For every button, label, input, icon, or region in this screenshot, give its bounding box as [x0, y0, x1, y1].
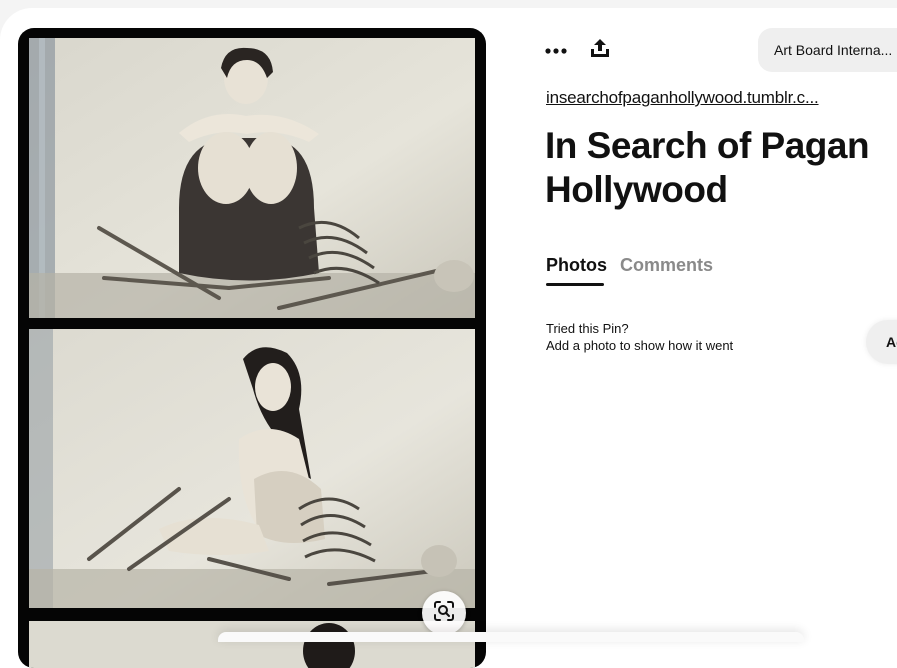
- tried-pin-subtitle: Add a photo to show how it went: [546, 338, 734, 353]
- pin-title: In Search of Pagan Hollywood: [545, 125, 870, 210]
- more-options-button[interactable]: [540, 36, 572, 64]
- share-upload-icon: [590, 38, 610, 63]
- tab-photos[interactable]: Photos: [546, 255, 607, 276]
- active-tab-indicator: [546, 283, 604, 286]
- more-horizontal-icon: [545, 41, 567, 59]
- visual-search-icon: [432, 599, 456, 628]
- photo-frame: [29, 38, 475, 318]
- pin-image[interactable]: [18, 28, 486, 668]
- visual-search-button[interactable]: [422, 591, 466, 635]
- bottom-toolbar: [218, 632, 804, 642]
- source-link[interactable]: insearchofpaganhollywood.tumblr.c...: [546, 88, 819, 108]
- tried-pin-heading: Tried this Pin?: [546, 321, 629, 336]
- tab-comments[interactable]: Comments: [620, 255, 713, 276]
- photo-frame: [29, 621, 475, 668]
- board-name: Art Board Interna...: [774, 42, 893, 58]
- photo-frame: [29, 329, 475, 608]
- board-select-dropdown[interactable]: Art Board Interna...: [758, 28, 897, 72]
- share-button[interactable]: [584, 34, 616, 66]
